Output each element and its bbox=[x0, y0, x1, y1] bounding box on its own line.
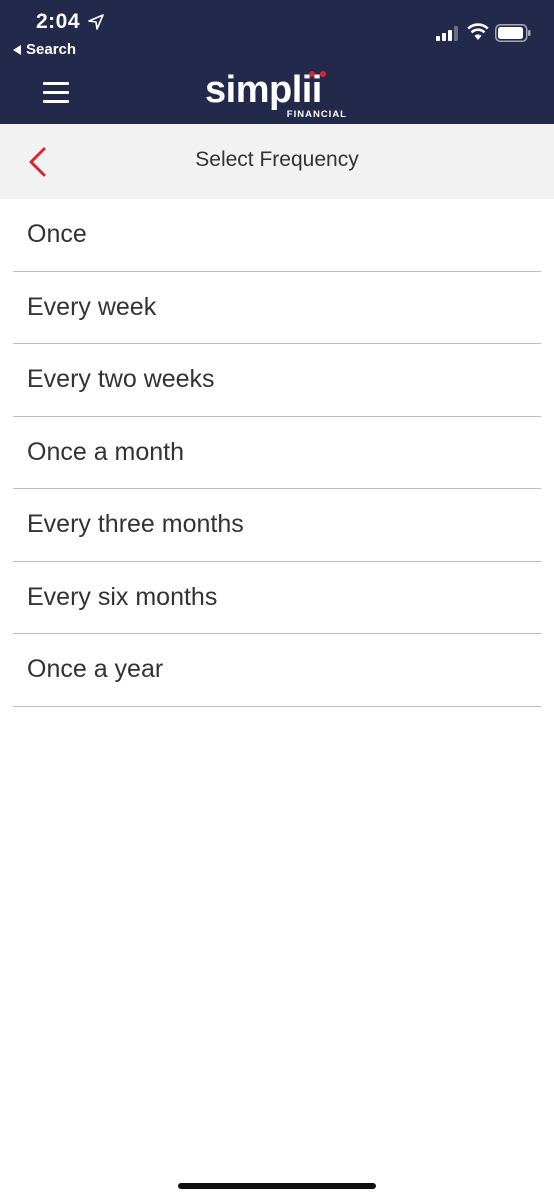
cellular-signal-icon bbox=[436, 26, 458, 41]
option-label: Once a month bbox=[27, 437, 185, 466]
location-arrow-icon bbox=[88, 14, 104, 30]
frequency-option-once-a-month[interactable]: Once a month bbox=[13, 417, 541, 489]
frequency-option-once[interactable]: Once bbox=[13, 199, 541, 272]
logo-dot bbox=[320, 71, 326, 77]
frequency-option-every-six-months[interactable]: Every six months bbox=[13, 562, 541, 634]
option-label: Every two weeks bbox=[27, 365, 215, 394]
app-header: 2:04 Search simplii FINANCIAL bbox=[0, 0, 554, 124]
logo-subtitle: FINANCIAL bbox=[286, 109, 347, 120]
hamburger-icon[interactable] bbox=[43, 82, 69, 104]
logo-wordmark: simplii bbox=[205, 69, 322, 111]
frequency-option-every-two-weeks[interactable]: Every two weeks bbox=[13, 344, 541, 417]
page-title: Select Frequency bbox=[195, 148, 359, 171]
back-app-label: Search bbox=[26, 41, 77, 58]
simplii-logo: simplii FINANCIAL bbox=[205, 66, 355, 122]
back-to-app-link[interactable]: Search bbox=[13, 41, 76, 58]
frequency-list: Once Every week Every two weeks Once a m… bbox=[13, 199, 541, 707]
frequency-option-every-three-months[interactable]: Every three months bbox=[13, 489, 541, 562]
frequency-option-once-a-year[interactable]: Once a year bbox=[13, 634, 541, 707]
option-label: Every three months bbox=[27, 510, 244, 539]
logo-dot bbox=[309, 71, 315, 77]
battery-icon bbox=[495, 24, 531, 42]
option-label: Every week bbox=[27, 292, 157, 321]
option-label: Once a year bbox=[27, 655, 164, 684]
option-label: Every six months bbox=[27, 582, 218, 611]
frequency-option-every-week[interactable]: Every week bbox=[13, 272, 541, 344]
back-triangle-icon bbox=[13, 44, 21, 55]
option-label: Once bbox=[27, 220, 87, 249]
home-indicator[interactable] bbox=[178, 1183, 376, 1189]
status-time: 2:04 bbox=[36, 10, 81, 33]
wifi-icon bbox=[467, 23, 489, 40]
